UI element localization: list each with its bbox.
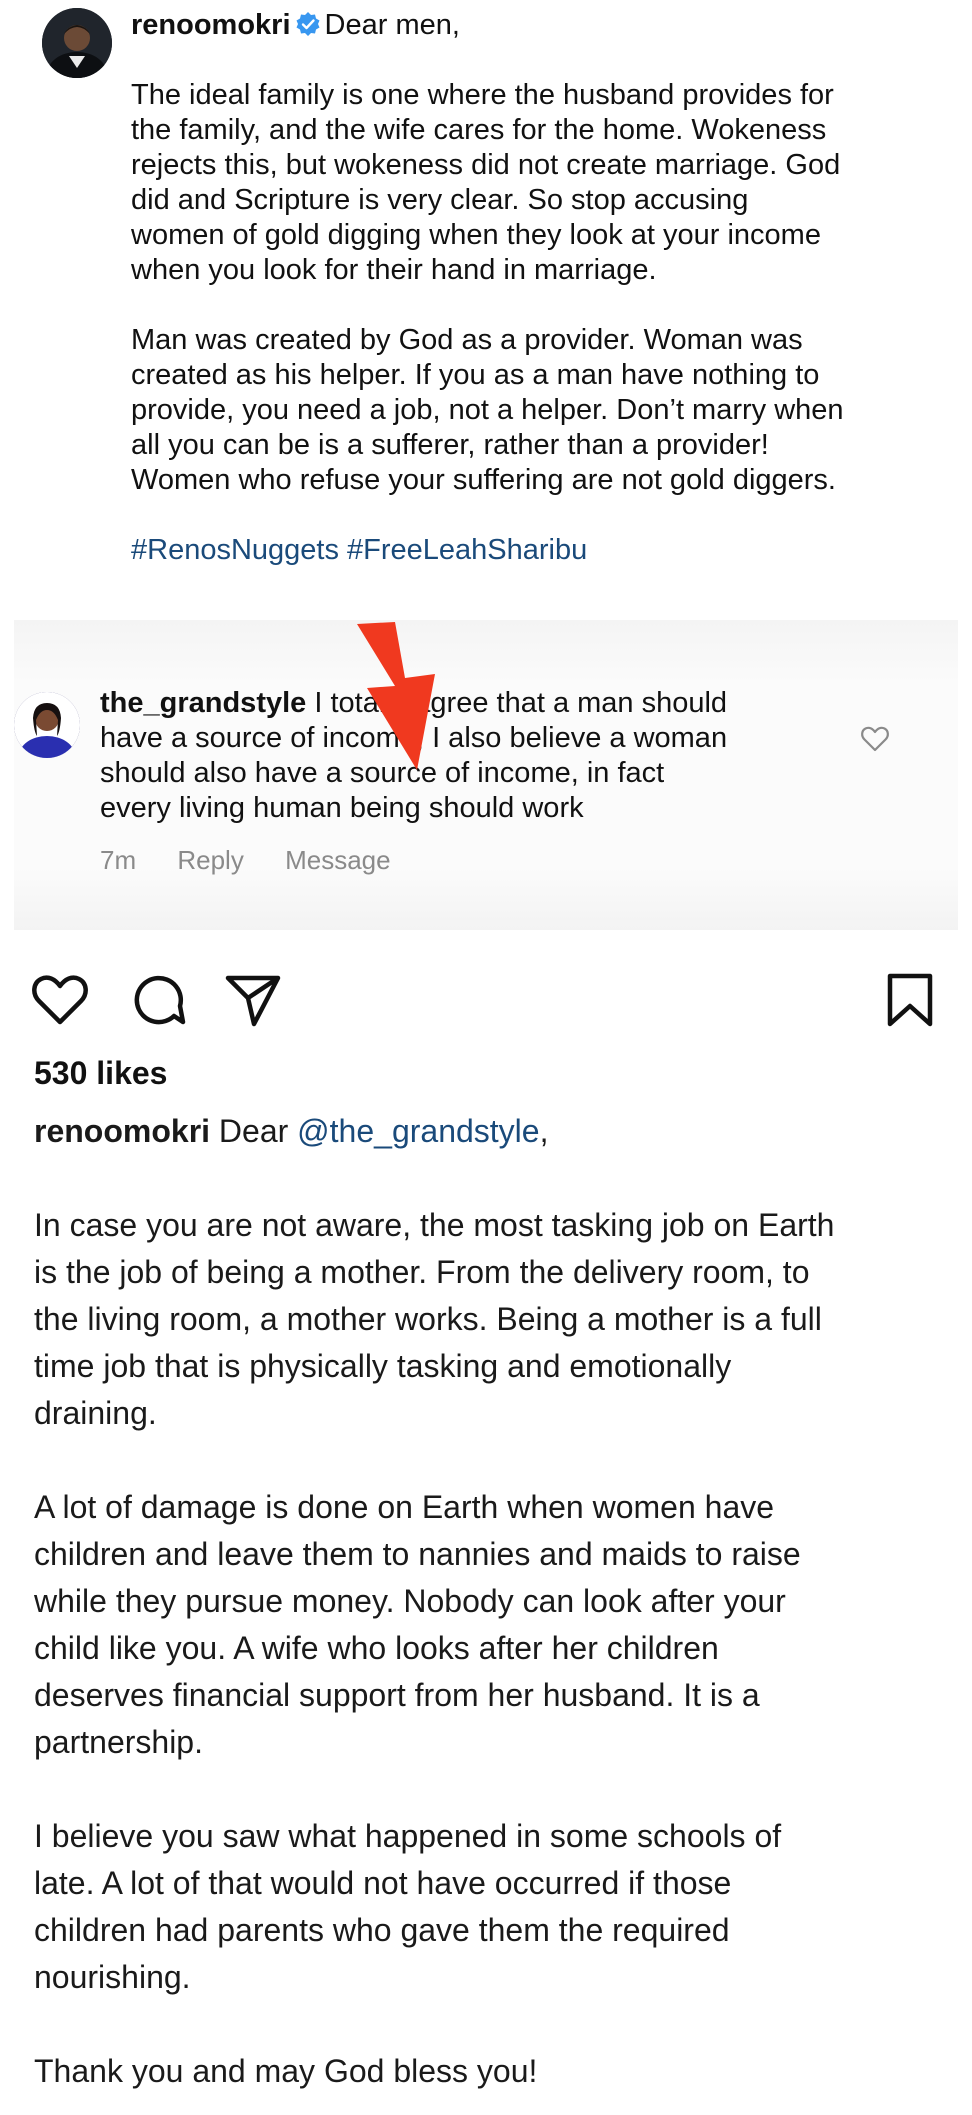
action-bar	[0, 970, 972, 1040]
comment-time: 7m	[100, 845, 137, 875]
comment-message-button[interactable]: Message	[285, 845, 391, 875]
comment-meta-row: 7m Reply Message	[100, 845, 425, 876]
reply-paragraph-2: A lot of damage is done on Earth when wo…	[34, 1489, 801, 1760]
red-arrow-annotation-icon	[357, 622, 435, 770]
verified-badge-icon	[296, 12, 320, 36]
caption-text-block: renoomokri Dear men, The ideal family is…	[131, 8, 931, 568]
reply-paragraph-3: I believe you saw what happened in some …	[34, 1818, 782, 1995]
bookmark-icon[interactable]	[880, 970, 940, 1030]
comment-reply-button[interactable]: Reply	[177, 845, 243, 875]
reply-paragraph-4: Thank you and may God bless you!	[34, 2053, 538, 2089]
reply-caption: renoomokri Dear @the_grandstyle, In case…	[34, 1108, 944, 2095]
comment-icon[interactable]	[128, 970, 188, 1030]
comment-avatar-image	[14, 692, 80, 758]
reply-paragraph-1: In case you are not aware, the most task…	[34, 1207, 835, 1431]
reply-mention-link[interactable]: @the_grandstyle	[297, 1113, 539, 1149]
post-paragraph-2: Man was created by God as a provider. Wo…	[131, 324, 844, 496]
likes-count[interactable]: 530 likes	[34, 1055, 167, 1092]
post-hashtags[interactable]: #RenosNuggets #FreeLeahSharibu	[131, 533, 931, 568]
avatar[interactable]	[42, 8, 112, 78]
avatar-image	[42, 8, 112, 78]
reply-comma: ,	[539, 1113, 549, 1149]
comment-body: the_grandstyle I totally agree that a ma…	[100, 686, 820, 826]
post-paragraph-1: The ideal family is one where the husban…	[131, 79, 841, 286]
reply-dear: Dear	[218, 1113, 289, 1149]
post-greeting: Dear men,	[324, 9, 460, 41]
comment-avatar[interactable]	[14, 692, 80, 758]
share-icon[interactable]	[222, 970, 282, 1030]
reply-username[interactable]: renoomokri	[34, 1113, 210, 1149]
comment-like-heart-icon[interactable]	[860, 724, 890, 754]
post-caption: renoomokri Dear men, The ideal family is…	[0, 0, 972, 620]
comment-username[interactable]: the_grandstyle	[100, 687, 306, 719]
heart-icon[interactable]	[30, 970, 90, 1030]
comment-card: the_grandstyle I totally agree that a ma…	[14, 620, 958, 930]
post-username[interactable]: renoomokri	[131, 9, 291, 41]
